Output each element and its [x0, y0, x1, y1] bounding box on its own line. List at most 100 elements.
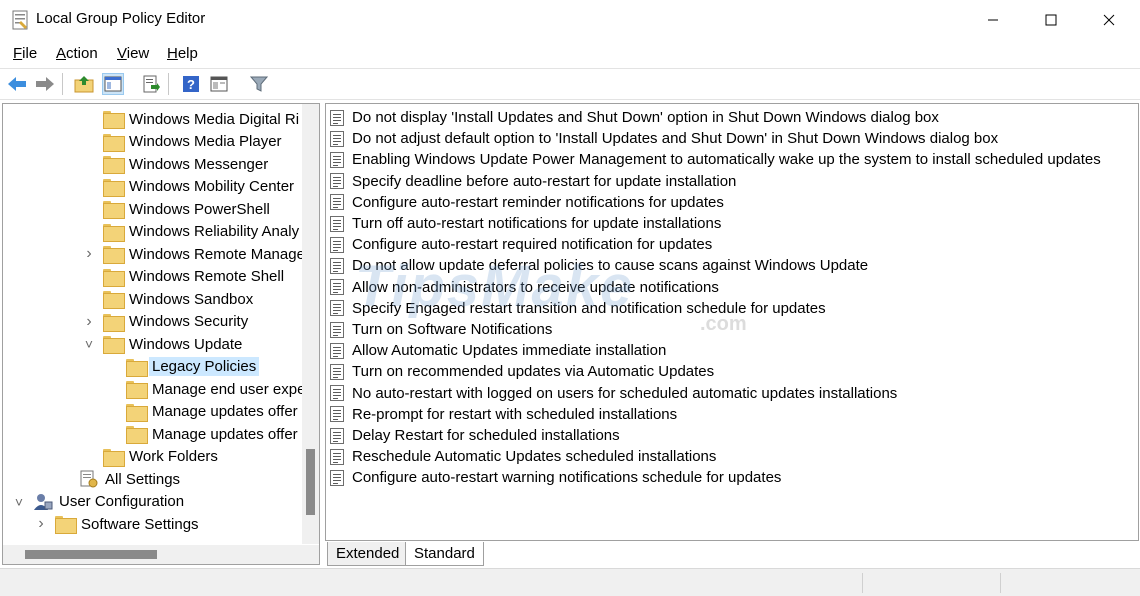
- back-button[interactable]: [6, 73, 28, 95]
- show-hide-tree-button[interactable]: [102, 73, 124, 95]
- properties-button[interactable]: [208, 73, 230, 95]
- policy-name: Delay Restart for scheduled installation…: [352, 427, 620, 444]
- policy-list-item[interactable]: Configure auto-restart reminder notifica…: [330, 192, 724, 213]
- tree-item-label: Manage end user expe: [152, 380, 306, 398]
- tree-item[interactable]: All Settings: [79, 468, 180, 490]
- policy-setting-icon: [330, 406, 344, 423]
- title-bar: Local Group Policy Editor: [0, 0, 1140, 40]
- tree-item[interactable]: Manage end user expe: [126, 378, 305, 400]
- close-button[interactable]: [1080, 0, 1138, 40]
- policy-list-item[interactable]: Configure auto-restart warning notificat…: [330, 467, 781, 488]
- policy-list-item[interactable]: Re-prompt for restart with scheduled ins…: [330, 404, 677, 425]
- policy-name: Re-prompt for restart with scheduled ins…: [352, 405, 678, 423]
- policy-name: Enabling Windows Update Power Management…: [352, 151, 1101, 169]
- tree-item[interactable]: ˅ Windows Update: [85, 333, 242, 355]
- policy-setting-icon: [330, 173, 344, 190]
- policy-list-item[interactable]: Do not display 'Install Updates and Shut…: [330, 107, 939, 128]
- policy-list-item[interactable]: Turn on Software Notifications: [330, 319, 552, 340]
- up-folder-button[interactable]: [73, 73, 95, 95]
- tree-item[interactable]: Windows Sandbox: [103, 288, 253, 310]
- tree-item[interactable]: Windows Mobility Center: [103, 176, 294, 198]
- tree-item[interactable]: › Windows Security: [86, 311, 248, 333]
- tree-item[interactable]: › Windows Remote Manage: [86, 243, 305, 265]
- folder-icon: [103, 313, 125, 332]
- policy-list-item[interactable]: Enabling Windows Update Power Management…: [330, 149, 1101, 170]
- tree-item[interactable]: Legacy Policies: [126, 356, 260, 378]
- tree-item[interactable]: Windows Messenger: [103, 153, 268, 175]
- tree-item[interactable]: › Software Settings: [38, 513, 199, 535]
- tree-item[interactable]: ˅ User Configuration: [15, 491, 185, 513]
- collapsed-chevron-icon[interactable]: ›: [83, 313, 95, 331]
- tree-item[interactable]: Windows Media Player: [103, 131, 282, 153]
- tree-item-label: User Configuration: [59, 493, 185, 510]
- folder-icon: [126, 403, 148, 422]
- properties-icon: [210, 76, 228, 92]
- menu-file[interactable]: File: [13, 45, 37, 62]
- status-bar: [0, 568, 1140, 596]
- policy-list-item[interactable]: Configure auto-restart required notifica…: [330, 234, 712, 255]
- policy-setting-icon: [330, 427, 344, 444]
- help-button[interactable]: ?: [180, 73, 202, 95]
- export-list-icon: [143, 75, 160, 93]
- policy-setting-icon: [330, 469, 344, 486]
- tree-item-label: Windows Sandbox: [129, 290, 254, 308]
- policy-setting-icon: [330, 448, 344, 465]
- all-settings-icon: [80, 470, 98, 488]
- tree-item[interactable]: Manage updates offer: [126, 423, 298, 445]
- tab-standard[interactable]: Standard: [405, 542, 484, 566]
- export-list-button[interactable]: [140, 73, 162, 95]
- tab-extended[interactable]: Extended: [327, 542, 409, 566]
- policy-list-item[interactable]: Delay Restart for scheduled installation…: [330, 425, 620, 446]
- policy-setting-icon: [330, 257, 344, 274]
- policy-list-item[interactable]: Reschedule Automatic Updates scheduled i…: [330, 446, 716, 467]
- policy-name: Reschedule Automatic Updates scheduled i…: [352, 448, 717, 466]
- tree-item-label: Windows Media Digital Ri: [129, 110, 300, 128]
- folder-icon: [126, 358, 148, 377]
- tree-horizontal-scrollbar[interactable]: [3, 545, 319, 564]
- tree-item[interactable]: Manage updates offer: [126, 401, 298, 423]
- tree-vertical-scrollbar[interactable]: [302, 104, 319, 544]
- tree-item[interactable]: Windows Media Digital Ri: [103, 108, 299, 130]
- policy-list-item[interactable]: Turn off auto-restart notifications for …: [330, 213, 721, 234]
- tree-item-label: Work Folders: [129, 448, 218, 465]
- policy-list-item[interactable]: Allow Automatic Updates immediate instal…: [330, 340, 666, 361]
- maximize-button[interactable]: [1022, 0, 1080, 40]
- policy-list-item[interactable]: Do not adjust default option to 'Install…: [330, 128, 998, 149]
- tree-item[interactable]: Windows PowerShell: [103, 198, 270, 220]
- tree-horizontal-scroll-thumb[interactable]: [25, 550, 157, 559]
- expanded-chevron-icon[interactable]: ˅: [13, 494, 25, 510]
- policy-setting-icon: [330, 300, 344, 317]
- toolbar-separator: [168, 73, 169, 95]
- menu-view[interactable]: View: [117, 45, 149, 62]
- policy-list-pane: Do not display 'Install Updates and Shut…: [325, 103, 1139, 541]
- collapsed-chevron-icon[interactable]: ›: [83, 245, 95, 263]
- filter-button[interactable]: [248, 73, 270, 95]
- folder-icon: [103, 201, 125, 219]
- menu-action[interactable]: Action: [56, 45, 98, 62]
- folder-icon: [103, 268, 125, 287]
- tree-item[interactable]: Windows Reliability Analy: [103, 221, 299, 243]
- collapsed-chevron-icon[interactable]: ›: [35, 515, 47, 533]
- minimize-button[interactable]: [964, 0, 1022, 40]
- tree-item[interactable]: Work Folders: [103, 446, 218, 468]
- folder-icon: [55, 516, 77, 534]
- policy-list-item[interactable]: Allow non-administrators to receive upda…: [330, 277, 719, 298]
- folder-icon: [103, 448, 125, 467]
- policy-name: Configure auto-restart warning notificat…: [352, 469, 782, 487]
- policy-setting-icon: [330, 130, 344, 147]
- menu-help[interactable]: Help: [167, 45, 198, 62]
- tree-item[interactable]: Windows Remote Shell: [103, 266, 284, 288]
- window-title: Local Group Policy Editor: [36, 10, 206, 27]
- policy-list-item[interactable]: Specify deadline before auto-restart for…: [330, 171, 736, 192]
- user-configuration-icon: [34, 493, 53, 510]
- forward-button[interactable]: [34, 73, 56, 95]
- policy-name: Specify Engaged restart transition and n…: [352, 299, 826, 317]
- policy-list-item[interactable]: Specify Engaged restart transition and n…: [330, 298, 826, 319]
- tree-pane[interactable]: Windows Media Digital Ri Windows Media Pl…: [2, 103, 320, 565]
- policy-list-item[interactable]: Do not allow update deferral policies to…: [330, 255, 868, 276]
- tree-item-label: Windows Remote Shell: [129, 268, 285, 285]
- expanded-chevron-icon[interactable]: ˅: [83, 336, 95, 352]
- policy-list-item[interactable]: No auto-restart with logged on users for…: [330, 383, 897, 404]
- policy-list-item[interactable]: Turn on recommended updates via Automati…: [330, 361, 714, 382]
- tree-vertical-scroll-thumb[interactable]: [306, 449, 315, 515]
